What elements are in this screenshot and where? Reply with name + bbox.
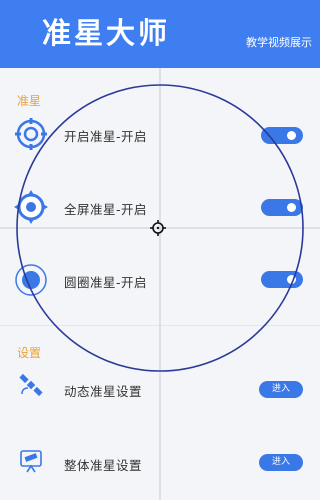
target-ring-icon (14, 117, 48, 151)
section-label-crosshair: 准星 (17, 94, 42, 108)
header-bar: 准星大师 教学视频展示 (0, 0, 320, 68)
row-label-crosshair-on: 开启准星-开启 (64, 129, 148, 144)
center-reticle-icon (150, 220, 166, 236)
enter-button-dynamic-settings[interactable]: 进入 (259, 381, 303, 398)
target-cross-icon (14, 190, 48, 224)
row-label-overall-settings: 整体准星设置 (64, 458, 143, 473)
toggle-knob (287, 131, 296, 140)
satellite-icon (18, 372, 52, 406)
crosshair-circle (16, 84, 304, 372)
toggle-fullscreen-crosshair[interactable] (261, 199, 303, 216)
app-screen: 准星大师 教学视频展示 准星 开启准星-开启 全屏准星-开启 圆圈准星-开启 设… (0, 0, 320, 500)
toggle-knob (287, 203, 296, 212)
crosshair-overlay (0, 68, 320, 500)
app-title: 准星大师 (42, 16, 171, 50)
toggle-circle-crosshair[interactable] (261, 271, 303, 288)
section-label-settings: 设置 (17, 346, 42, 360)
toggle-knob (287, 275, 296, 284)
row-label-circle-crosshair: 圆圈准星-开启 (64, 275, 148, 290)
enter-button-overall-settings[interactable]: 进入 (259, 454, 303, 471)
row-label-dynamic-settings: 动态准星设置 (64, 384, 143, 399)
telescope-icon (18, 448, 52, 482)
circle-dot-icon (14, 263, 48, 297)
row-label-fullscreen-crosshair: 全屏准星-开启 (64, 202, 148, 217)
toggle-crosshair-on[interactable] (261, 127, 303, 144)
tutorial-video-link[interactable]: 教学视频展示 (246, 34, 312, 50)
section-divider (0, 325, 320, 326)
